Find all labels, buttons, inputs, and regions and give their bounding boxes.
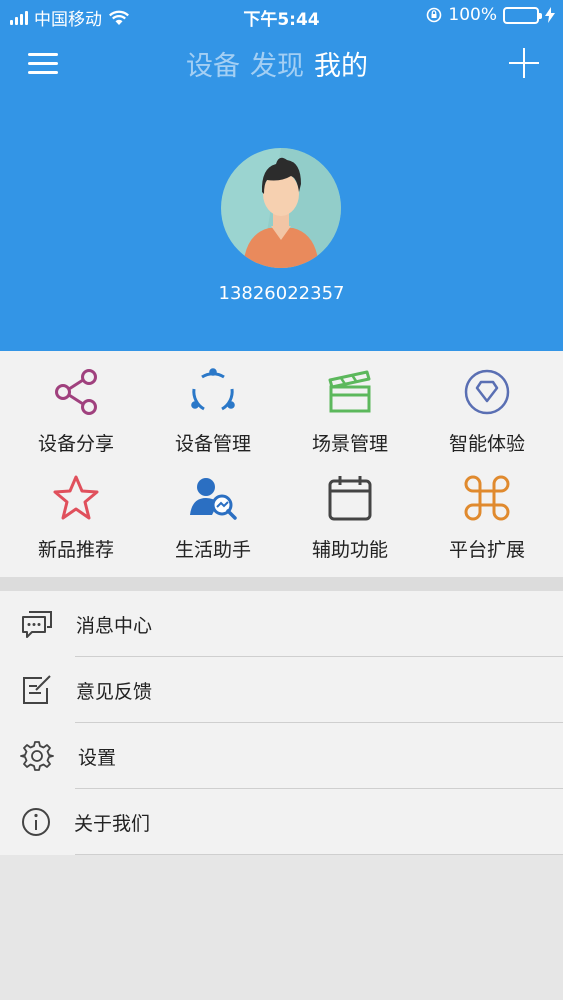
- battery-icon: [503, 6, 542, 24]
- share-icon: [55, 369, 97, 415]
- user-phone: 13826022357: [218, 283, 345, 304]
- grid-item-device-share[interactable]: 设备分享: [6, 367, 146, 456]
- star-icon: [53, 475, 99, 520]
- grid-item-label: 设备分享: [37, 433, 114, 455]
- grid-item-accessibility[interactable]: 辅助功能: [280, 473, 420, 562]
- battery-percent: 100%: [448, 5, 497, 25]
- grid-item-new-products[interactable]: 新品推荐: [6, 473, 146, 562]
- tab-devices[interactable]: 设备: [186, 44, 240, 83]
- section-divider: [0, 577, 563, 591]
- profile-header: 中国移动 下午5:44 100% 设备 发现 我的 13826022357: [0, 0, 563, 351]
- settings-list: 消息中心 意见反馈 设置 关于我们: [0, 591, 563, 855]
- list-item-label: 意见反馈: [76, 681, 153, 703]
- list-item-label: 设置: [78, 747, 117, 769]
- grid-item-label: 场景管理: [311, 433, 388, 455]
- grid-item-scene-management[interactable]: 场景管理: [280, 367, 420, 456]
- grid-item-label: 生活助手: [174, 539, 251, 561]
- info-icon: [22, 808, 50, 836]
- chat-bubble-icon: [22, 611, 52, 638]
- assistant-search-icon: [190, 478, 237, 520]
- diamond-icon: [464, 369, 510, 415]
- device-management-icon: [191, 368, 235, 411]
- calendar-icon: [328, 476, 372, 521]
- menu-button[interactable]: [26, 50, 60, 78]
- list-item-label: 关于我们: [74, 813, 151, 835]
- command-key-icon: [464, 475, 510, 521]
- grid-item-device-management[interactable]: 设备管理: [143, 367, 283, 456]
- user-avatar-icon: [243, 148, 341, 268]
- rotation-lock-icon: [427, 7, 442, 23]
- grid-item-label: 智能体验: [448, 433, 525, 455]
- grid-item-label: 新品推荐: [37, 539, 114, 561]
- status-bar: 中国移动 下午5:44 100%: [0, 0, 563, 32]
- list-item-feedback[interactable]: 意见反馈: [0, 657, 563, 723]
- list-item-message-center[interactable]: 消息中心: [0, 591, 563, 657]
- tab-discover[interactable]: 发现: [250, 44, 304, 83]
- feature-grid: 设备分享 设备管理 场景管理 智能体验 新品推荐 生活助手 辅助功能 平台扩展: [0, 351, 563, 577]
- add-button[interactable]: [509, 48, 539, 78]
- clapperboard-icon: [328, 370, 371, 413]
- charging-icon: [545, 7, 555, 23]
- gear-icon: [20, 741, 54, 771]
- edit-note-icon: [23, 675, 51, 704]
- tab-mine[interactable]: 我的: [314, 44, 368, 83]
- top-tabs: 设备 发现 我的: [186, 44, 368, 83]
- list-item-settings[interactable]: 设置: [0, 723, 563, 789]
- grid-item-smart-experience[interactable]: 智能体验: [417, 367, 557, 456]
- list-item-about-us[interactable]: 关于我们: [0, 789, 563, 855]
- empty-background: [0, 855, 563, 1000]
- grid-item-label: 设备管理: [174, 433, 251, 455]
- list-item-label: 消息中心: [76, 615, 153, 637]
- grid-item-platform-extension[interactable]: 平台扩展: [417, 473, 557, 562]
- grid-item-label: 辅助功能: [311, 539, 388, 561]
- avatar[interactable]: [221, 148, 341, 268]
- grid-item-life-assistant[interactable]: 生活助手: [143, 473, 283, 562]
- grid-item-label: 平台扩展: [448, 539, 525, 561]
